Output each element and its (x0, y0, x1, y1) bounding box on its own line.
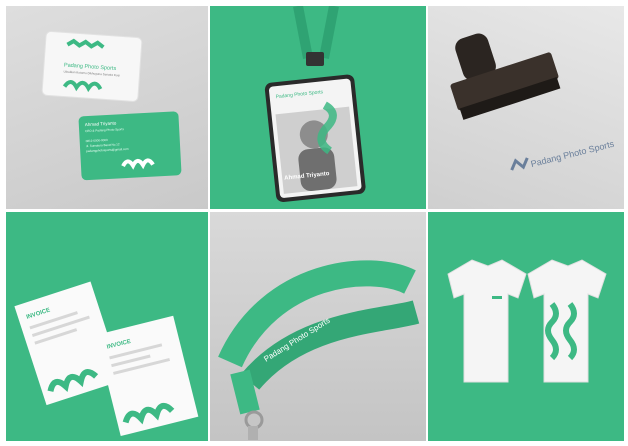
letterhead-tile: INVOICE INVOICE (6, 212, 208, 441)
business-cards-illustration: Padang Photo Sports Ubudkan Kotamu Dikhu… (41, 30, 182, 181)
id-badge-tile: Padang Photo Sports Ahmad Triyanto (210, 6, 426, 209)
letterhead-illustration: INVOICE INVOICE (14, 281, 199, 437)
brand-mockup-grid: Padang Photo Sports Ubudkan Kotamu Dikhu… (0, 0, 628, 446)
id-badge-illustration: Padang Photo Sports Ahmad Triyanto (264, 6, 366, 202)
lanyard-illustration: Padang Photo Sports (218, 260, 420, 440)
rubber-stamp-illustration: Padang Photo Sports (450, 33, 616, 171)
tshirts-illustration (447, 259, 607, 383)
business-cards-tile: Padang Photo Sports Ubudkan Kotamu Dikhu… (6, 6, 208, 209)
tshirts-tile (428, 212, 624, 441)
rubber-stamp-tile: Padang Photo Sports (428, 6, 624, 209)
lanyard-tile: Padang Photo Sports (210, 212, 426, 441)
stamp-impression-text: Padang Photo Sports (530, 139, 616, 170)
